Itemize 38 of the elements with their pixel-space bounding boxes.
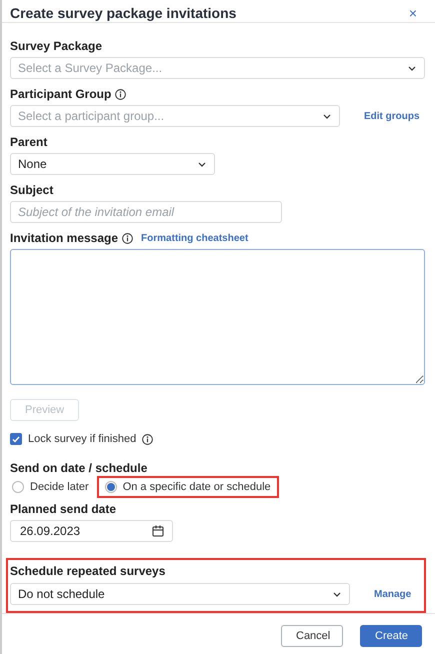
field-label: Schedule repeated surveys xyxy=(10,564,166,578)
parent-select[interactable]: None xyxy=(10,153,215,175)
field-label: Invitation message xyxy=(10,231,118,245)
radio-button[interactable] xyxy=(104,481,117,493)
checkbox[interactable] xyxy=(10,433,22,445)
field-label: Survey Package xyxy=(10,39,102,53)
formatting-cheatsheet-link[interactable]: Formatting cheatsheet xyxy=(141,232,248,244)
edit-groups-link[interactable]: Edit groups xyxy=(364,110,420,122)
field-label: Participant Group xyxy=(10,87,112,101)
info-icon xyxy=(122,232,134,244)
close-button[interactable]: × xyxy=(408,4,417,20)
subject-field[interactable]: Subject of the invitation email xyxy=(10,201,282,223)
radio-button[interactable] xyxy=(12,481,24,493)
dialog-title: Create survey package invitations xyxy=(10,4,236,20)
info-icon xyxy=(115,88,126,100)
cancel-button[interactable]: Cancel xyxy=(281,625,343,647)
chevron-down-icon xyxy=(198,162,206,166)
radio-option[interactable]: Decide later xyxy=(4,476,97,498)
field-label: Parent xyxy=(10,135,48,149)
chevron-down-icon xyxy=(333,592,341,596)
create-button[interactable]: Create xyxy=(360,625,422,647)
message-field[interactable] xyxy=(10,249,425,385)
radio-label: Decide later xyxy=(30,481,89,493)
checkbox-label: Lock survey if finished xyxy=(28,433,136,445)
calendar-icon xyxy=(152,525,164,537)
highlight-box[interactable]: On a specific date or schedule xyxy=(96,476,279,498)
chevron-down-icon xyxy=(408,66,416,70)
schedule-select[interactable]: Do not schedule xyxy=(10,583,350,605)
survey-package-select[interactable]: Select a Survey Package... xyxy=(10,57,425,79)
info-icon xyxy=(142,434,154,444)
field-label: Subject xyxy=(10,183,54,197)
participant-group-select[interactable]: Select a participant group... xyxy=(10,105,340,127)
field-label: Send on date / schedule xyxy=(10,461,148,475)
chevron-down-icon xyxy=(323,114,331,118)
date-field[interactable]: 26.09.2023 xyxy=(10,520,173,542)
radio-label: On a specific date or schedule xyxy=(122,481,271,493)
field-label: Planned send date xyxy=(10,502,116,516)
manage-link[interactable]: Manage xyxy=(374,588,412,600)
